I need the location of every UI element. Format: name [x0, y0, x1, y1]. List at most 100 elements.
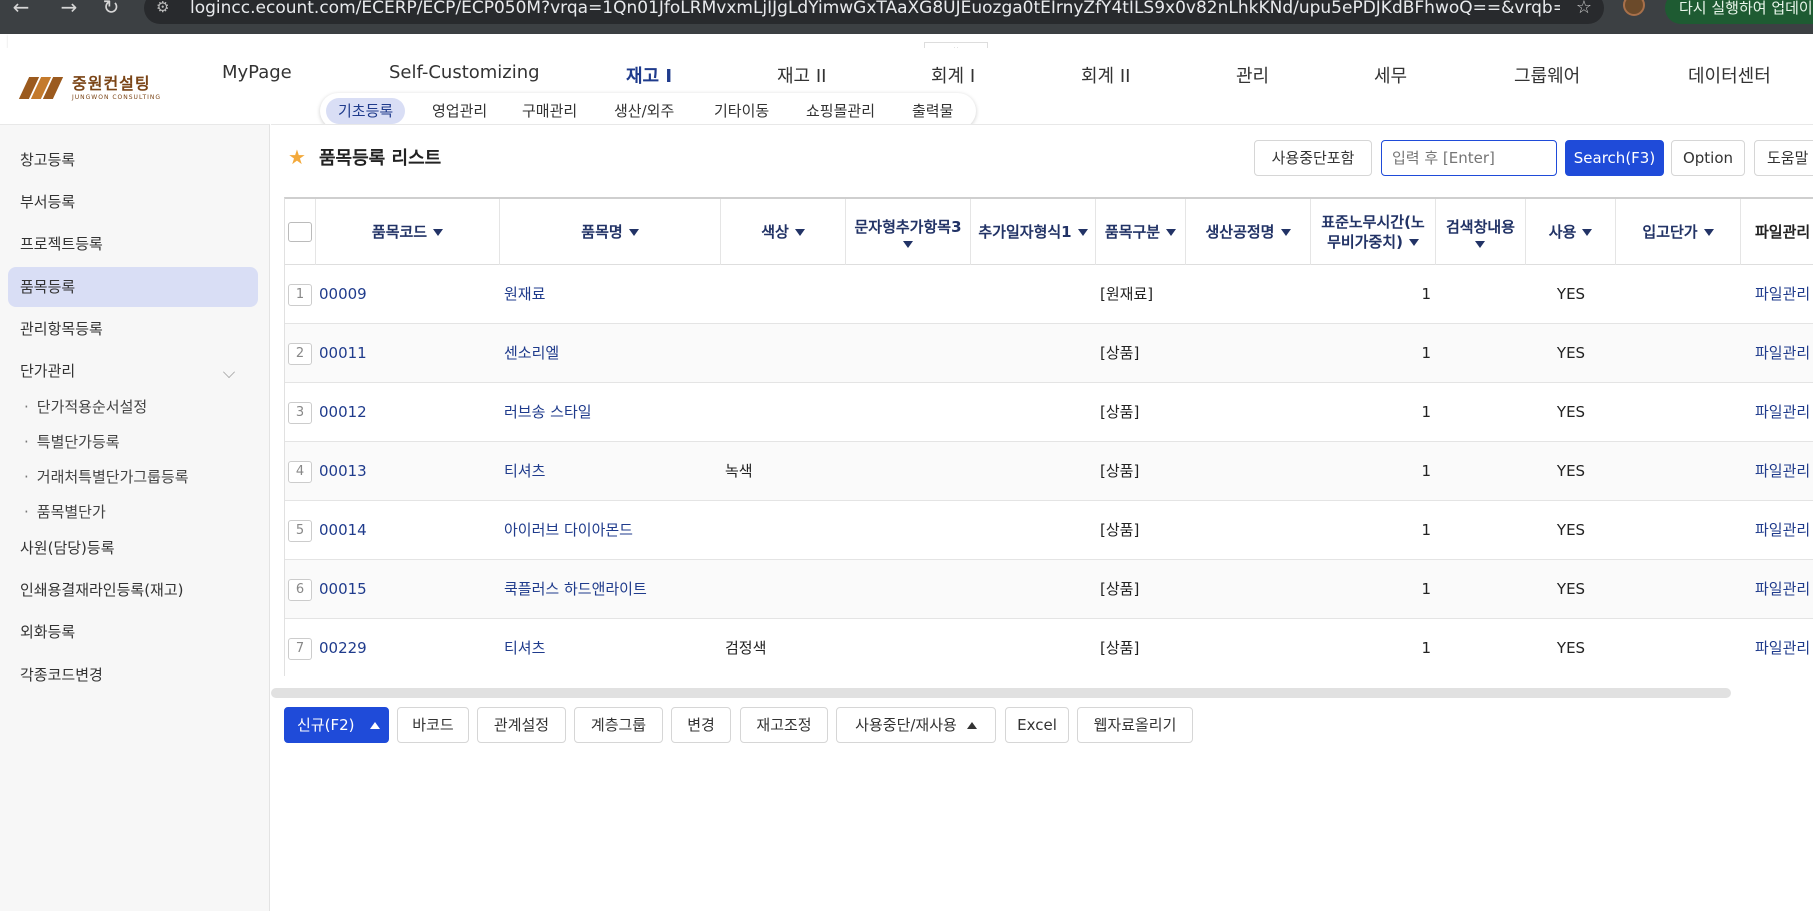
cell-file-management[interactable]: 파일관리 — [1755, 560, 1813, 618]
submenu-purchase[interactable]: 구매관리 — [510, 98, 589, 124]
menu-mypage[interactable]: MyPage — [222, 62, 292, 83]
barcode-button[interactable]: 바코드 — [397, 707, 469, 743]
profile-avatar[interactable] — [1623, 0, 1645, 16]
menu-self-customizing[interactable]: Self-Customizing — [389, 62, 540, 83]
cell-item-code[interactable]: 00012 — [319, 383, 499, 441]
menu-groupware[interactable]: 그룹웨어 — [1514, 62, 1580, 88]
column-item-type[interactable]: 품목구분 — [1096, 199, 1186, 265]
sidebar-item-employee[interactable]: 사원(담당)등록 — [20, 537, 115, 558]
update-button[interactable]: 다시 실행하여 업데이트 — [1665, 0, 1813, 24]
excel-button[interactable]: Excel — [1005, 707, 1069, 743]
option-button[interactable]: Option — [1671, 140, 1745, 176]
select-all-checkbox[interactable] — [288, 222, 312, 242]
cell-item-name[interactable]: 아이러브 다이아몬드 — [504, 501, 719, 559]
include-stopped-button[interactable]: 사용중단포함 — [1254, 140, 1372, 176]
search-button[interactable]: Search(F3) — [1565, 140, 1664, 176]
submenu-sales[interactable]: 영업관리 — [420, 98, 499, 124]
cell-item-code[interactable]: 00009 — [319, 265, 499, 323]
column-color[interactable]: 색상 — [721, 199, 846, 265]
cell-item-name[interactable]: 센소리엘 — [504, 324, 719, 382]
row-number[interactable]: 1 — [288, 284, 312, 306]
sidebar-item-project[interactable]: 프로젝트등록 — [20, 233, 103, 254]
table-row[interactable]: 4 00013 티셔츠 녹색 [상품] 1 YES 파일관리 — [285, 442, 1813, 501]
sidebar-item-management-fields[interactable]: 관리항목등록 — [20, 318, 103, 339]
table-row[interactable]: 5 00014 아이러브 다이아몬드 [상품] 1 YES 파일관리 — [285, 501, 1813, 560]
menu-inventory-2[interactable]: 재고 II — [777, 62, 826, 88]
menu-management[interactable]: 관리 — [1236, 62, 1269, 88]
cell-file-management[interactable]: 파일관리 — [1755, 383, 1813, 441]
sidebar-subitem-customer-special-price-group[interactable]: · 거래처특별단가그룹등록 — [24, 466, 189, 487]
cell-item-name[interactable]: 원재료 — [504, 265, 719, 323]
row-number[interactable]: 7 — [288, 638, 312, 660]
submenu-shopping-mall[interactable]: 쇼핑몰관리 — [794, 98, 887, 124]
table-row[interactable]: 1 00009 원재료 [원재료] 1 YES 파일관리 — [285, 265, 1813, 324]
row-number[interactable]: 6 — [288, 579, 312, 601]
cell-file-management[interactable]: 파일관리 — [1755, 265, 1813, 323]
column-item-code[interactable]: 품목코드 — [316, 199, 500, 265]
cell-file-management[interactable]: 파일관리 — [1755, 619, 1813, 676]
submenu-basic-registration[interactable]: 기초등록 — [326, 98, 406, 124]
column-process-name[interactable]: 생산공정명 — [1186, 199, 1311, 265]
reload-icon[interactable]: ↻ — [98, 0, 124, 22]
submenu-other-transfer[interactable]: 기타이동 — [702, 98, 781, 124]
menu-inventory-1[interactable]: 재고 I — [626, 62, 672, 88]
sidebar-subitem-item-price[interactable]: · 품목별단가 — [24, 501, 106, 522]
help-button[interactable]: 도움말 — [1754, 140, 1813, 176]
menu-data-center[interactable]: 데이터센터 — [1688, 62, 1771, 88]
new-item-button[interactable]: 신규(F2) — [284, 707, 389, 743]
cell-item-name[interactable]: 티셔츠 — [504, 619, 719, 676]
favorite-star-icon[interactable]: ★ — [288, 145, 306, 169]
column-custom-date-1[interactable]: 추가일자형식1 — [971, 199, 1096, 265]
back-icon[interactable]: ← — [8, 0, 34, 22]
cell-item-code[interactable]: 00011 — [319, 324, 499, 382]
column-item-name[interactable]: 품목명 — [500, 199, 721, 265]
row-number[interactable]: 5 — [288, 520, 312, 542]
cell-item-code[interactable]: 00014 — [319, 501, 499, 559]
menu-tax[interactable]: 세무 — [1374, 62, 1407, 88]
sidebar-item-warehouse[interactable]: 창고등록 — [20, 149, 75, 170]
column-custom-text-3[interactable]: 문자형추가항목3 — [846, 199, 971, 265]
row-number[interactable]: 2 — [288, 343, 312, 365]
sidebar-item-foreign-currency[interactable]: 외화등록 — [20, 621, 75, 642]
cell-file-management[interactable]: 파일관리 — [1755, 324, 1813, 382]
sidebar-item-price-management[interactable]: 단가관리 — [20, 360, 75, 381]
caret-up-icon[interactable] — [370, 722, 380, 729]
row-number[interactable]: 4 — [288, 461, 312, 483]
menu-accounting-1[interactable]: 회계 I — [931, 62, 975, 88]
cell-item-name[interactable]: 러브송 스타일 — [504, 383, 719, 441]
column-use[interactable]: 사용 — [1526, 199, 1616, 265]
relation-settings-button[interactable]: 관계설정 — [477, 707, 566, 743]
submenu-production[interactable]: 생산/외주 — [602, 98, 686, 124]
web-upload-button[interactable]: 웹자료올리기 — [1077, 707, 1193, 743]
sidebar-item-code-change[interactable]: 각종코드변경 — [20, 664, 103, 685]
sidebar-item-print-approval-line[interactable]: 인쇄용결재라인등록(재고) — [20, 579, 184, 600]
horizontal-scrollbar[interactable] — [271, 688, 1731, 698]
bookmark-star-icon[interactable]: ☆ — [1576, 0, 1592, 18]
cell-item-code[interactable]: 00013 — [319, 442, 499, 500]
menu-accounting-2[interactable]: 회계 II — [1081, 62, 1130, 88]
row-number[interactable]: 3 — [288, 402, 312, 424]
cell-file-management[interactable]: 파일관리 — [1755, 501, 1813, 559]
stock-adjust-button[interactable]: 재고조정 — [740, 707, 828, 743]
address-bar[interactable]: ⚙ logincc.ecount.com/ECERP/ECP/ECP050M?v… — [144, 0, 1604, 24]
forward-icon[interactable]: → — [56, 0, 82, 22]
search-input[interactable] — [1381, 140, 1557, 176]
table-row[interactable]: 7 00229 티셔츠 검정색 [상품] 1 YES 파일관리 — [285, 619, 1813, 676]
cell-item-code[interactable]: 00229 — [319, 619, 499, 676]
hierarchy-group-button[interactable]: 계층그룹 — [574, 707, 663, 743]
cell-item-code[interactable]: 00015 — [319, 560, 499, 618]
column-standard-labor-time[interactable]: 표준노무시간(노무비가중치) — [1311, 199, 1436, 265]
stop-reuse-button[interactable]: 사용중단/재사용 — [836, 707, 996, 743]
column-search-content[interactable]: 검색창내용 — [1436, 199, 1526, 265]
site-info-icon[interactable]: ⚙ — [156, 0, 169, 16]
table-row[interactable]: 6 00015 쿡플러스 하드앤라이트 [상품] 1 YES 파일관리 — [285, 560, 1813, 619]
submenu-print[interactable]: 출력물 — [900, 98, 965, 124]
sidebar-item-item-registration[interactable]: 품목등록 — [20, 276, 75, 297]
chevron-down-icon[interactable] — [223, 366, 235, 378]
sidebar-subitem-special-price[interactable]: · 특별단가등록 — [24, 431, 120, 452]
cell-file-management[interactable]: 파일관리 — [1755, 442, 1813, 500]
sidebar-subitem-price-order[interactable]: · 단가적용순서설정 — [24, 396, 147, 417]
cell-item-name[interactable]: 티셔츠 — [504, 442, 719, 500]
change-button[interactable]: 변경 — [671, 707, 731, 743]
table-row[interactable]: 3 00012 러브송 스타일 [상품] 1 YES 파일관리 — [285, 383, 1813, 442]
